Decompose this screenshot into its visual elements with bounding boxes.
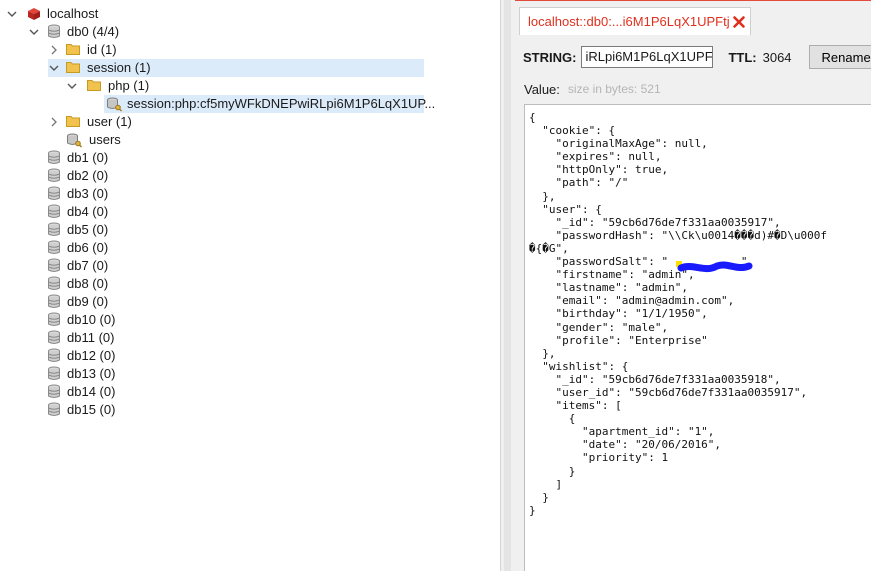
tree-item-namespace-php[interactable]: php (1): [66, 77, 149, 95]
tree-item-db10[interactable]: db10 (0): [46, 311, 115, 329]
database-icon: [46, 348, 62, 364]
tree-item-db11[interactable]: db11 (0): [46, 329, 114, 347]
connection-tree[interactable]: localhost db0 (4/4) id (1) session (1) p…: [0, 0, 501, 571]
folder-icon: [66, 42, 82, 58]
tree-item-namespace-id[interactable]: id (1): [48, 41, 117, 59]
tree-item-label: db9 (0): [67, 294, 109, 309]
tree-item-db4[interactable]: db4 (0): [46, 203, 108, 221]
value-header: Value: size in bytes: 521: [524, 80, 661, 98]
tree-item-namespace-user[interactable]: user (1): [48, 113, 132, 131]
tree-item-label: localhost: [47, 6, 99, 21]
database-icon: [46, 312, 62, 328]
tree-item-db15[interactable]: db15 (0): [46, 401, 115, 419]
tree-item-label: db13 (0): [67, 366, 116, 381]
chevron-down-icon[interactable]: [6, 5, 18, 23]
tab-bar: localhost::db0:...i6M1P6LqX1UPFtj: [515, 0, 871, 37]
tree-item-db7[interactable]: db7 (0): [46, 257, 108, 275]
tree-item-label: db6 (0): [67, 240, 109, 255]
ttl-label: TTL:: [728, 49, 757, 65]
database-icon: [46, 186, 62, 202]
tree-item-db6[interactable]: db6 (0): [46, 239, 108, 257]
key-icon: [66, 132, 82, 148]
tree-item-label: db0 (4/4): [67, 24, 120, 39]
tree-item-label: users: [89, 132, 121, 147]
tree-item-label: db15 (0): [67, 402, 116, 417]
chevron-down-icon[interactable]: [66, 77, 78, 95]
close-icon[interactable]: [732, 15, 746, 29]
redis-server-icon: [26, 6, 42, 22]
tree-item-label: db12 (0): [67, 348, 116, 363]
database-icon: [46, 150, 62, 166]
database-icon: [46, 204, 62, 220]
key-icon: [106, 96, 122, 112]
tree-item-label: db8 (0): [67, 276, 109, 291]
tree-item-label: php (1): [108, 78, 150, 93]
database-icon: [46, 384, 62, 400]
tree-item-db14[interactable]: db14 (0): [46, 383, 115, 401]
value-size: size in bytes: 521: [567, 82, 661, 96]
key-editor-panel: localhost::db0:...i6M1P6LqX1UPFtj STRING…: [515, 0, 871, 571]
tree-item-db9[interactable]: db9 (0): [46, 293, 108, 311]
tree-item-label: user (1): [87, 114, 132, 129]
tree-item-db1[interactable]: db1 (0): [46, 149, 108, 167]
tree-item-localhost[interactable]: localhost: [6, 5, 98, 23]
chevron-right-icon[interactable]: [48, 113, 60, 131]
tree-item-key-users[interactable]: users: [66, 131, 121, 149]
tree-item-label: db3 (0): [67, 186, 109, 201]
chevron-right-icon[interactable]: [48, 41, 60, 59]
tree-item-db13[interactable]: db13 (0): [46, 365, 115, 383]
database-icon: [46, 294, 62, 310]
database-icon: [46, 330, 62, 346]
key-type-label: STRING:: [523, 49, 577, 65]
redaction-scribble: [676, 261, 753, 273]
tree-item-db2[interactable]: db2 (0): [46, 167, 108, 185]
database-icon: [46, 276, 62, 292]
tree-item-label: db14 (0): [67, 384, 116, 399]
folder-icon: [87, 78, 103, 94]
tree-item-label: db1 (0): [67, 150, 109, 165]
tree-item-db3[interactable]: db3 (0): [46, 185, 108, 203]
database-icon: [46, 222, 62, 238]
database-icon: [46, 240, 62, 256]
value-content[interactable]: { "cookie": { "originalMaxAge": null, "e…: [529, 111, 827, 517]
folder-icon: [66, 114, 82, 130]
database-icon: [46, 258, 62, 274]
panel-splitter[interactable]: [500, 0, 516, 571]
tree-item-label: db4 (0): [67, 204, 109, 219]
tab-title: localhost::db0:...i6M1P6LqX1UPFtj: [528, 14, 730, 29]
rename-button[interactable]: Rename: [808, 45, 871, 69]
ttl-value: 3064: [762, 49, 792, 65]
tree-item-db5[interactable]: db5 (0): [46, 221, 108, 239]
tree-item-namespace-session[interactable]: session (1): [48, 59, 424, 77]
tree-item-db12[interactable]: db12 (0): [46, 347, 115, 365]
chevron-down-icon[interactable]: [28, 23, 40, 41]
tree-item-db0[interactable]: db0 (4/4): [28, 23, 119, 41]
tree-item-label: db10 (0): [67, 312, 116, 327]
tree-item-label: session (1): [87, 60, 151, 75]
tree-item-db8[interactable]: db8 (0): [46, 275, 108, 293]
folder-icon: [66, 60, 82, 76]
tree-item-key-session[interactable]: session:php:cf5myWFkDNEPwiRLpi6M1P6LqX1U…: [104, 95, 435, 113]
value-editor[interactable]: { "cookie": { "originalMaxAge": null, "e…: [524, 104, 871, 571]
tree-item-label: db11 (0): [67, 330, 115, 345]
tree-item-label: db5 (0): [67, 222, 109, 237]
tree-item-label: db7 (0): [67, 258, 109, 273]
key-name-input[interactable]: iRLpi6M1P6LqX1UPFtj: [581, 46, 714, 68]
tab-key-editor[interactable]: localhost::db0:...i6M1P6LqX1UPFtj: [519, 7, 751, 35]
database-icon: [46, 402, 62, 418]
database-icon: [46, 366, 62, 382]
splitter-handle[interactable]: [504, 0, 511, 571]
chevron-down-icon[interactable]: [48, 59, 60, 77]
tree-item-label: db2 (0): [67, 168, 109, 183]
tree-item-label: id (1): [87, 42, 117, 57]
database-icon: [46, 24, 62, 40]
tree-item-label: session:php:cf5myWFkDNEPwiRLpi6M1P6LqX1U…: [127, 96, 436, 111]
key-toolbar: STRING: iRLpi6M1P6LqX1UPFtj TTL: 3064 Re…: [523, 44, 871, 70]
value-label: Value:: [524, 81, 560, 97]
database-icon: [46, 168, 62, 184]
